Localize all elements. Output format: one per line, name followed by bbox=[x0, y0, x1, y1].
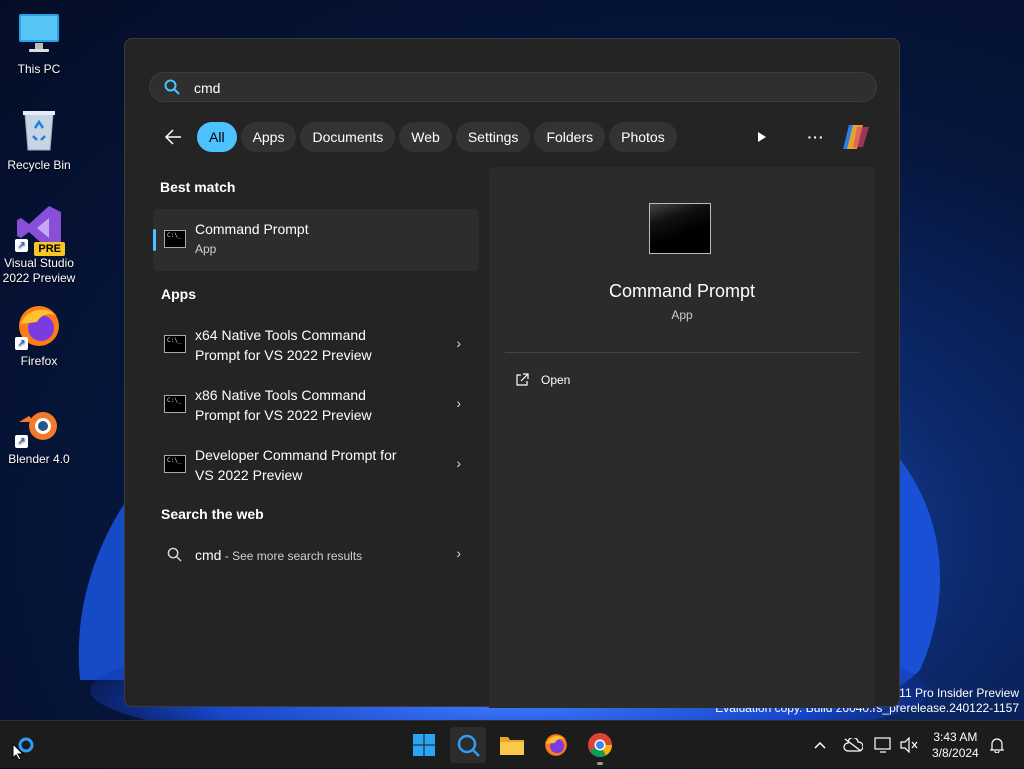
play-icon bbox=[758, 132, 766, 142]
filter-apps[interactable]: Apps bbox=[240, 122, 297, 152]
best-match-heading: Best match bbox=[160, 179, 236, 195]
chevron-right-icon: › bbox=[456, 335, 461, 351]
result-web-search[interactable]: cmd - See more search results › bbox=[153, 537, 479, 573]
detail-type: App bbox=[671, 308, 693, 322]
shortcut-arrow-icon: ↗ bbox=[15, 435, 28, 448]
show-hidden-icons-button[interactable] bbox=[808, 721, 832, 769]
speaker-muted-icon bbox=[900, 737, 918, 753]
desktop-icon-this-pc[interactable]: This PC bbox=[1, 10, 77, 77]
filter-folders[interactable]: Folders bbox=[534, 122, 606, 152]
copilot-button[interactable] bbox=[841, 123, 871, 151]
filter-settings[interactable]: Settings bbox=[455, 122, 531, 152]
filter-controls: ··· bbox=[747, 123, 871, 151]
firefox-icon: ↗ bbox=[15, 302, 63, 350]
result-name: Command Prompt bbox=[195, 221, 309, 237]
watermark-line-1: s 11 Pro Insider Preview bbox=[889, 686, 1019, 700]
detail-title: Command Prompt bbox=[608, 281, 756, 301]
search-the-web-heading: Search the web bbox=[161, 506, 264, 522]
search-icon bbox=[167, 547, 182, 567]
chevron-right-icon: › bbox=[456, 455, 461, 471]
chrome-running-indicator bbox=[597, 762, 603, 765]
monitor-icon bbox=[15, 10, 63, 58]
chrome-icon bbox=[588, 733, 612, 758]
desktop-icon-visual-studio[interactable]: PRE ↗ Visual Studio 2022 Preview bbox=[1, 204, 77, 286]
blender-icon: ↗ bbox=[15, 400, 63, 448]
apps-heading: Apps bbox=[161, 286, 196, 302]
bell-icon bbox=[990, 738, 1004, 753]
back-button[interactable] bbox=[157, 121, 189, 153]
taskbar: 3:43 AM 3/8/2024 bbox=[0, 720, 1024, 768]
filter-all[interactable]: All bbox=[197, 122, 237, 152]
web-suffix: - See more search results bbox=[221, 549, 363, 563]
cmd-icon: C:\_ bbox=[164, 455, 186, 473]
desktop-icon-label: Visual Studio 2022 Preview bbox=[2, 256, 76, 285]
arrow-left-icon bbox=[164, 129, 181, 145]
divider bbox=[505, 352, 859, 353]
search-icon bbox=[164, 79, 180, 100]
desktop-icon-recycle-bin[interactable]: Recycle Bin bbox=[1, 106, 77, 173]
chevron-up-icon bbox=[814, 741, 826, 749]
search-taskbar-button[interactable] bbox=[450, 727, 486, 763]
ellipsis-icon: ··· bbox=[807, 129, 825, 145]
firefox-taskbar-button[interactable] bbox=[538, 727, 574, 763]
cloud-offline-icon bbox=[843, 738, 863, 752]
play-more-filters-button[interactable] bbox=[747, 123, 777, 151]
desktop-icon-firefox[interactable]: ↗ Firefox bbox=[1, 302, 77, 369]
visual-studio-icon: PRE ↗ bbox=[15, 204, 65, 256]
chrome-taskbar-button[interactable] bbox=[582, 727, 618, 763]
network-button[interactable] bbox=[872, 721, 894, 769]
result-x64-native-tools[interactable]: C:\_ x64 Native Tools Command Prompt for… bbox=[153, 317, 479, 373]
result-command-prompt[interactable]: C:\_ Command Prompt App bbox=[153, 209, 479, 271]
cmd-icon: C:\_ bbox=[164, 395, 186, 413]
search-icon bbox=[457, 734, 480, 757]
filter-photos[interactable]: Photos bbox=[609, 122, 677, 152]
open-label: Open bbox=[541, 373, 571, 387]
chevron-right-icon: › bbox=[456, 395, 461, 411]
open-button[interactable]: Open bbox=[515, 373, 570, 387]
desktop-icon-label: Firefox bbox=[20, 354, 58, 368]
result-developer-command-prompt[interactable]: C:\_ Developer Command Prompt for VS 202… bbox=[153, 437, 479, 493]
selection-accent bbox=[153, 229, 156, 251]
web-query: cmd bbox=[195, 547, 222, 563]
desktop-icon-label: Blender 4.0 bbox=[8, 452, 70, 466]
filter-web[interactable]: Web bbox=[399, 122, 452, 152]
clock-time: 3:43 AM bbox=[933, 730, 978, 744]
clock-button[interactable]: 3:43 AM 3/8/2024 bbox=[932, 729, 979, 761]
desktop-icon-blender[interactable]: ↗ Blender 4.0 bbox=[1, 400, 77, 467]
start-button[interactable] bbox=[406, 727, 442, 763]
clock-date: 3/8/2024 bbox=[932, 746, 979, 760]
cmd-large-icon bbox=[649, 203, 711, 254]
onedrive-button[interactable] bbox=[840, 721, 866, 769]
cmd-icon: C:\_ bbox=[164, 230, 186, 248]
search-input[interactable] bbox=[192, 77, 796, 99]
recycle-bin-icon bbox=[15, 106, 63, 154]
network-icon bbox=[874, 737, 891, 753]
volume-button[interactable] bbox=[898, 721, 920, 769]
detail-pane: Command Prompt App Open bbox=[489, 167, 875, 708]
chevron-right-icon: › bbox=[456, 545, 461, 561]
result-type: App bbox=[195, 242, 217, 256]
shortcut-arrow-icon: ↗ bbox=[15, 239, 28, 252]
folder-icon bbox=[500, 737, 524, 755]
filter-bar: All Apps Documents Web Settings Folders … bbox=[157, 121, 677, 153]
mouse-cursor-icon bbox=[12, 742, 25, 766]
file-explorer-button[interactable] bbox=[494, 727, 530, 763]
shortcut-arrow-icon: ↗ bbox=[15, 337, 28, 350]
copilot-icon bbox=[843, 125, 869, 149]
search-panel: All Apps Documents Web Settings Folders … bbox=[124, 38, 900, 708]
more-options-button[interactable]: ··· bbox=[801, 123, 831, 151]
desktop-icon-label: This PC bbox=[17, 62, 61, 76]
notifications-button[interactable] bbox=[986, 721, 1008, 769]
search-box[interactable] bbox=[149, 72, 877, 102]
filter-documents[interactable]: Documents bbox=[300, 122, 396, 152]
pre-badge: PRE bbox=[34, 242, 65, 256]
open-external-icon bbox=[516, 373, 529, 386]
windows-start-icon bbox=[413, 734, 435, 756]
result-x86-native-tools[interactable]: C:\_ x86 Native Tools Command Prompt for… bbox=[153, 377, 479, 433]
firefox-icon bbox=[545, 734, 567, 756]
desktop-icon-label: Recycle Bin bbox=[7, 158, 71, 172]
cmd-icon: C:\_ bbox=[164, 335, 186, 353]
